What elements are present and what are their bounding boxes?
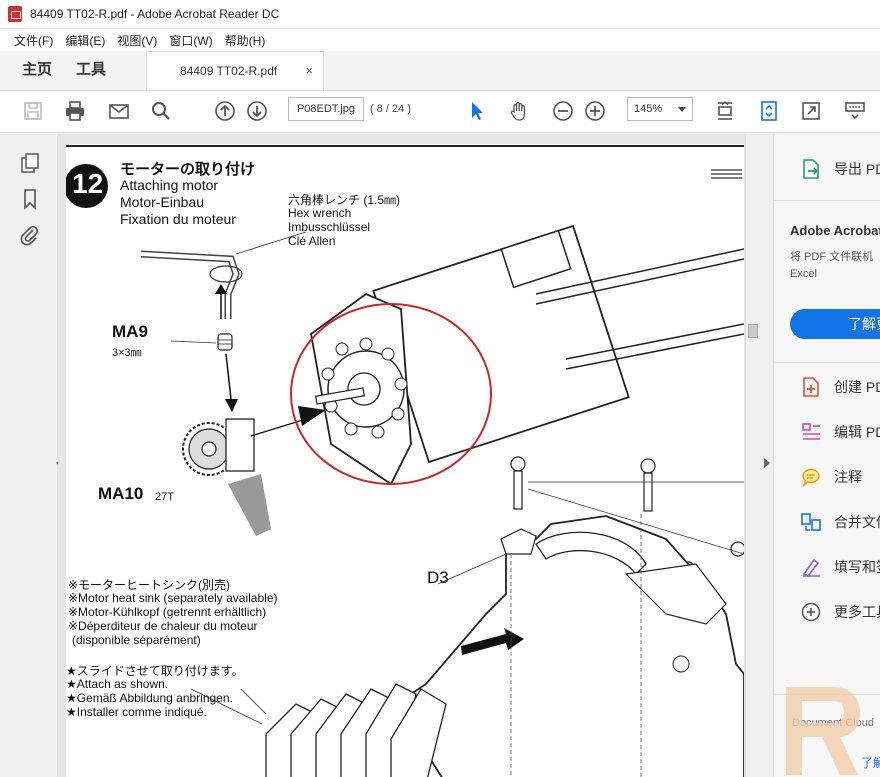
left-navigation-rail [0,134,58,777]
next-page-icon[interactable] [244,98,270,124]
slide-note-fr: ★Installer comme indiqué. [66,705,207,719]
tool-fill-sign[interactable]: 填写和签名 [800,556,880,578]
full-screen-icon[interactable] [798,98,824,124]
slide-note-de: ★Gemäß Abbildung anbringen. [66,691,233,705]
title-bar: 84409 TT02-R.pdf - Adobe Acrobat Reader … [0,0,880,29]
toolbar [0,91,880,133]
hand-tool-icon[interactable] [506,98,532,124]
vertical-scrollbar[interactable] [745,134,759,777]
attachments-icon[interactable] [19,224,41,246]
step-title-fr: Fixation du moteur [120,211,236,227]
part-ma10-teeth: 27T [155,491,174,503]
tool-more-tools-label: 更多工具 [834,604,880,620]
chevron-down-icon [678,107,686,112]
page-count: ( 8 / 24 ) [370,103,411,115]
page-rotate-icon[interactable] [756,98,782,124]
tool-edit-pdf[interactable]: 编辑 PDF [800,421,880,443]
combine-files-icon [801,513,821,531]
tool-comment[interactable]: 注释 [800,466,862,488]
edit-pdf-icon [802,423,820,440]
wrench-label-de: Imbusschlüssel [288,220,371,234]
zoom-value: 145% [634,103,663,115]
tab-tools[interactable]: 工具 [66,52,116,90]
menu-window[interactable]: 窗口(W) [163,32,218,49]
watermark-logo [786,687,860,775]
plus-icon [801,602,821,622]
comment-icon [802,468,820,488]
tool-combine-files-label: 合并文件 [834,514,880,530]
menu-bar: 文件(F) 编辑(E) 视图(V) 窗口(W) 帮助(H) [0,29,880,51]
step-title-en: Attaching motor [120,177,219,193]
zoom-in-icon[interactable] [582,98,608,124]
promo-line-2: Excel [790,268,817,280]
page-thumbnails-icon[interactable] [19,152,41,174]
slide-note-en: ★Attach as shown. [66,677,169,691]
page-number-input[interactable]: P08EDT.jpg [288,97,364,121]
part-ma9-size: 3×3㎜ [112,347,142,359]
divider [774,200,880,201]
tool-create-pdf[interactable]: 创建 PDF [800,376,880,398]
acrobat-app-icon [8,6,22,22]
heatsink-note-fr-2: (disponible séparément) [72,633,201,647]
step-title-ja: モーターの取り付け [120,161,256,178]
document-view[interactable]: 12 モーターの取り付け Attaching motor Motor-Einba… [58,134,758,777]
tool-export-pdf-label: 导出 PDF [834,161,880,177]
document-tab-label: 84409 TT02-R.pdf [180,64,278,78]
menu-file[interactable]: 文件(F) [8,32,59,49]
pdf-page: 12 モーターの取り付け Attaching motor Motor-Einba… [66,144,744,777]
close-tab-icon[interactable]: × [305,63,313,78]
step-number: 12 [72,168,104,199]
promo-title: Adobe Acrobat [790,223,880,238]
step-title-de: Motor-Einbau [120,194,205,210]
search-icon[interactable] [148,98,174,124]
tool-combine-files[interactable]: 合并文件 [800,511,880,533]
keyboard-tools-icon[interactable] [842,98,868,124]
part-ma10-label: MA10 [98,484,144,503]
tool-export-pdf[interactable]: 导出 PDF [800,158,880,180]
wrench-label-en: Hex wrench [288,206,352,220]
save-icon[interactable] [20,98,46,124]
select-cursor-icon[interactable] [464,98,490,124]
tool-fill-sign-label: 填写和签名 [834,559,880,575]
learn-more-button[interactable]: 了解更多 [790,309,880,339]
heatsink-note-de: ※Motor-Kühlkopf (getrennt erhältlich) [68,605,267,619]
window-title: 84409 TT02-R.pdf - Adobe Acrobat Reader … [30,7,280,21]
tab-home[interactable]: 主页 [12,52,62,90]
part-ma9-label: MA9 [112,322,148,341]
bookmarks-icon[interactable] [19,188,41,210]
previous-page-icon[interactable] [212,98,238,124]
heatsink-note-en: ※Motor heat sink (separately available) [68,591,278,605]
promo-text: 将 PDF 文件联机 Excel [790,249,873,283]
heatsink-note-fr: ※Déperditeur de chaleur du moteur [68,619,258,633]
wrench-label-fr: Clé Allen [288,234,336,248]
email-icon[interactable] [106,98,132,124]
part-d3-label: D3 [427,568,449,587]
promo-line-1: 将 PDF 文件联机 [790,251,874,263]
zoom-select[interactable]: 145% [627,97,693,121]
export-pdf-icon [803,159,819,179]
scrollbar-thumb[interactable] [748,324,758,338]
tool-edit-pdf-label: 编辑 PDF [834,424,880,440]
tab-document[interactable]: 84409 TT02-R.pdf × [146,51,325,90]
print-icon[interactable] [62,98,88,124]
collapse-right-panel-icon[interactable] [764,458,770,468]
create-pdf-icon [803,377,819,397]
menu-view[interactable]: 视图(V) [111,32,163,49]
fit-page-icon[interactable] [712,98,738,124]
tool-more-tools[interactable]: 更多工具 [800,601,880,623]
menu-edit[interactable]: 编辑(E) [59,32,111,49]
tab-bar: 主页 工具 84409 TT02-R.pdf × [0,51,880,91]
fill-sign-icon [802,558,820,578]
tools-pane: 导出 PDF Adobe Acrobat 将 PDF 文件联机 Excel 了解… [773,134,880,777]
menu-help[interactable]: 帮助(H) [219,32,272,49]
tool-create-pdf-label: 创建 PDF [834,379,880,395]
divider [774,362,880,363]
tool-comment-label: 注释 [834,469,862,485]
zoom-out-icon[interactable] [550,98,576,124]
